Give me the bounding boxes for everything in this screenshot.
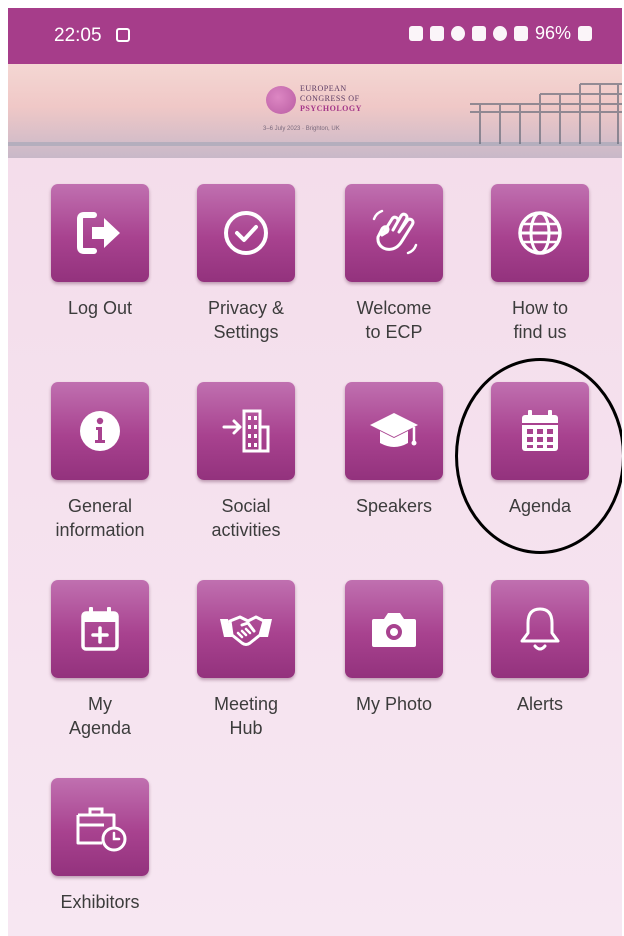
tile-general-information[interactable]: General information [25,382,175,542]
handshake-icon [220,615,272,646]
my-agenda-button[interactable] [51,580,149,678]
tile-label: How to find us [511,298,569,342]
info-icon [80,411,120,451]
tile-meeting-hub[interactable]: Meeting Hub [171,580,321,740]
my-photo-button[interactable] [345,580,443,678]
tile-log-out[interactable]: Log Out [25,184,175,320]
tile-label: My Agenda [68,694,132,738]
check-circle-icon [224,211,268,255]
tile-exhibitors[interactable]: Exhibitors [25,778,175,914]
tile-label: Social activities [211,496,281,540]
status-icons: 96% [408,23,592,44]
tile-privacy-settings[interactable]: Privacy & Settings [171,184,321,344]
status-bar: 22:05 96% [8,8,622,64]
nfc-icon [429,26,444,41]
logo-line-3: PSYCHOLOGY [300,104,362,113]
exhibitors-button[interactable] [51,778,149,876]
welcome-ecp-button[interactable] [345,184,443,282]
pier-silhouette [470,83,622,144]
phone-screen: 22:05 96% EUROPEAN CONGRESS OF PSYCHOLOG… [8,8,622,936]
tile-label: Log Out [67,298,133,318]
tile-social-activities[interactable]: Social activities [171,382,321,542]
tile-speakers[interactable]: Speakers [319,382,469,518]
meeting-hub-button[interactable] [197,580,295,678]
briefcase-clock-icon [76,807,127,852]
bell-icon [520,607,560,651]
logo-dates: 3–6 July 2023 · Brighton, UK [263,126,340,132]
tile-label: Exhibitors [60,892,140,912]
tile-my-photo[interactable]: My Photo [319,580,469,716]
logo-line-1: EUROPEAN [300,84,347,93]
tile-label: General information [55,496,145,540]
tile-welcome-ecp[interactable]: Welcome to ECP [319,184,469,344]
privacy-settings-button[interactable] [197,184,295,282]
logout-icon [77,212,120,254]
tile-label: Meeting Hub [213,694,279,738]
tile-label: Privacy & Settings [207,298,285,342]
agenda-highlight-circle [455,358,622,554]
signal-icon [513,26,528,41]
wave-hand-icon [372,209,418,255]
alerts-button[interactable] [491,580,589,678]
wifi-icon [492,26,507,41]
tile-how-to-find-us[interactable]: How to find us [465,184,615,344]
battery-icon [578,26,592,41]
how-to-find-us-button[interactable] [491,184,589,282]
graduation-cap-icon [370,413,418,447]
alarm-icon [450,26,465,41]
social-activities-button[interactable] [197,382,295,480]
globe-icon [518,211,562,255]
status-time: 22:05 [54,25,102,46]
tile-label: My Photo [355,694,433,714]
tile-label: Welcome to ECP [356,298,432,342]
gallery-icon [116,28,130,42]
building-arrow-icon [222,409,270,453]
tile-label: Speakers [355,496,433,516]
congress-banner: EUROPEAN CONGRESS OF PSYCHOLOGY 3–6 July… [8,64,622,158]
tile-alerts[interactable]: Alerts [465,580,615,716]
logo-line-2: CONGRESS OF [300,94,360,103]
log-out-button[interactable] [51,184,149,282]
mute-icon [471,26,486,41]
tile-my-agenda[interactable]: My Agenda [25,580,175,740]
battery-percent: 96% [534,23,571,43]
tile-label: Alerts [516,694,563,714]
lock-icon [408,26,423,41]
general-information-button[interactable] [51,382,149,480]
speakers-button[interactable] [345,382,443,480]
ecp-logo-mark [266,86,296,114]
calendar-plus-icon [81,607,119,651]
camera-icon [372,613,416,647]
